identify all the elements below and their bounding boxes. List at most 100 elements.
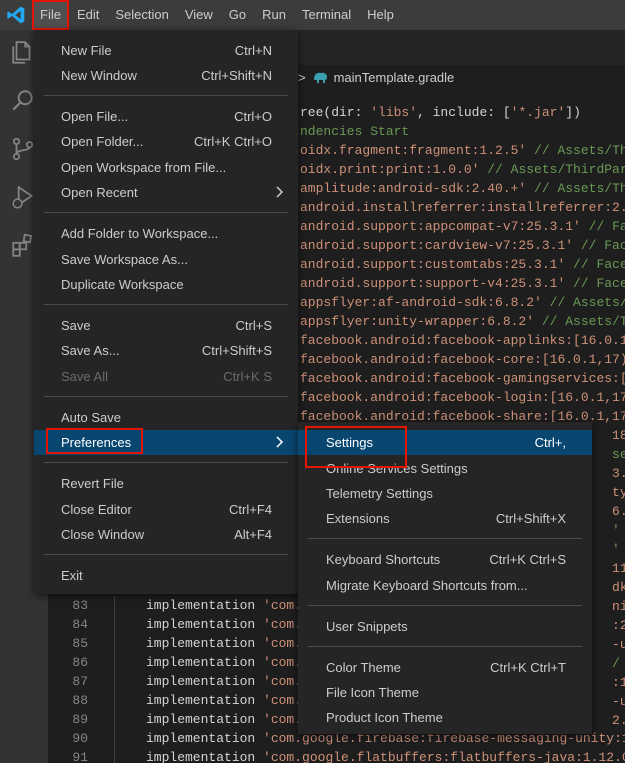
code-token: // Assets/ (541, 295, 625, 310)
code-token: // Faceb (573, 257, 625, 272)
code-token: // Faceb (573, 276, 625, 291)
menu-item-label: Online Services Settings (326, 461, 468, 476)
menu-item-extensions[interactable]: Extensions Ctrl+Shift+X (298, 506, 592, 531)
menu-separator (44, 396, 288, 397)
line-number: 91 (72, 750, 88, 763)
indent-guide (114, 729, 115, 748)
menubar-terminal[interactable]: Terminal (294, 0, 359, 30)
menu-item-label: Save All (61, 369, 108, 384)
code-token: facebook.android:facebook-login:[16.0.1,… (300, 390, 625, 405)
menu-item-online-services-settings[interactable]: Online Services Settings (298, 456, 592, 481)
menubar-go[interactable]: Go (221, 0, 254, 30)
menu-separator (44, 554, 288, 555)
menu-separator (44, 462, 288, 463)
menu-item-close-editor[interactable]: Close Editor Ctrl+F4 (34, 497, 298, 522)
code-keyword: implementation (146, 750, 264, 763)
menu-item-label: Auto Save (61, 410, 121, 425)
menu-item-shortcut: Ctrl+O (234, 109, 272, 124)
menu-item-label: Close Window (61, 527, 145, 542)
menubar-selection[interactable]: Selection (107, 0, 176, 30)
code-string: 'com. (263, 712, 303, 727)
code-keyword: implementation (146, 693, 264, 708)
menu-item-auto-save[interactable]: Auto Save (34, 405, 298, 430)
code-string: 'com. (263, 655, 303, 670)
menu-item-label: New File (61, 43, 112, 58)
menu-item-new-window[interactable]: New Window Ctrl+Shift+N (34, 63, 298, 88)
line-number: 90 (72, 731, 88, 746)
extensions-icon[interactable] (10, 232, 36, 258)
menu-item-open-file[interactable]: Open File... Ctrl+O (34, 104, 298, 129)
code-token: oidx.print:print:1.0.0' (300, 162, 480, 177)
source-control-icon[interactable] (10, 136, 36, 162)
menu-item-open-folder[interactable]: Open Folder... Ctrl+K Ctrl+O (34, 129, 298, 154)
menu-item-color-theme[interactable]: Color Theme Ctrl+K Ctrl+T (298, 655, 592, 680)
menu-item-settings[interactable]: Settings Ctrl+, (298, 430, 592, 455)
menu-item-shortcut: Ctrl+K Ctrl+O (193, 134, 272, 149)
menu-item-preferences[interactable]: Preferences (34, 430, 298, 455)
menubar-help[interactable]: Help (359, 0, 402, 30)
menubar-edit[interactable]: Edit (69, 0, 107, 30)
menu-item-shortcut: Ctrl+K Ctrl+S (489, 552, 566, 567)
code-token: facebook.android:facebook-gamingservices… (300, 371, 625, 386)
menu-item-shortcut: Ctrl+F4 (229, 502, 272, 517)
breadcrumb-file[interactable]: mainTemplate.gradle (334, 70, 455, 85)
chevron-right-icon (276, 436, 284, 448)
menu-item-exit[interactable]: Exit (34, 563, 298, 588)
menu-item-save-workspace-as[interactable]: Save Workspace As... (34, 247, 298, 272)
code-token: android.support:support-v4:25.3.1' (300, 276, 566, 291)
menubar-file[interactable]: File (32, 0, 69, 30)
menubar-view[interactable]: View (177, 0, 221, 30)
menu-item-file-icon-theme[interactable]: File Icon Theme (298, 680, 592, 705)
menu-separator (308, 605, 582, 606)
menu-item-label: Keyboard Shortcuts (326, 552, 441, 567)
menu-item-label: Save As... (61, 343, 120, 358)
vscode-logo-icon (7, 6, 25, 24)
code-token: // Assets/Thi (526, 143, 625, 158)
menu-item-close-window[interactable]: Close Window Alt+F4 (34, 522, 298, 547)
menu-item-new-file[interactable]: New File Ctrl+N (34, 38, 298, 63)
menu-item-add-folder-to-workspace[interactable]: Add Folder to Workspace... (34, 221, 298, 246)
menu-item-label: Save Workspace As... (61, 252, 188, 267)
menu-item-shortcut: Ctrl+S (235, 318, 272, 333)
code-string: 'com. (263, 617, 303, 632)
menu-item-shortcut: Ctrl+Shift+S (201, 343, 272, 358)
code-token: 'libs' (370, 105, 418, 120)
menu-item-label: Product Icon Theme (326, 710, 443, 725)
menu-item-product-icon-theme[interactable]: Product Icon Theme (298, 705, 592, 730)
line-number: 85 (72, 636, 88, 651)
menu-item-label: Extensions (326, 511, 390, 526)
menu-item-label: Open File... (61, 109, 129, 124)
menubar-run[interactable]: Run (254, 0, 294, 30)
indent-guide (114, 653, 115, 672)
menu-separator (44, 304, 288, 305)
menu-item-open-recent[interactable]: Open Recent (34, 180, 298, 205)
run-debug-icon[interactable] (10, 184, 36, 210)
breadcrumb[interactable]: > mainTemplate.gradle (298, 67, 454, 87)
menu-item-label: New Window (61, 68, 137, 83)
menu-separator (44, 95, 288, 96)
line-number: 86 (72, 655, 88, 670)
menu-item-user-snippets[interactable]: User Snippets (298, 614, 592, 639)
menu-item-open-workspace-from-file[interactable]: Open Workspace from File... (34, 155, 298, 180)
code-token: oidx.fragment:fragment:1.2.5' (300, 143, 527, 158)
code-string: 'com. (263, 598, 303, 613)
menu-item-duplicate-workspace[interactable]: Duplicate Workspace (34, 272, 298, 297)
menu-item-label: Exit (61, 568, 83, 583)
code-keyword: implementation (146, 731, 264, 746)
code-token: ndencies Start (300, 124, 410, 139)
chevron-right-icon (276, 186, 284, 198)
menu-item-save[interactable]: Save Ctrl+S (34, 313, 298, 338)
code-token: facebook.android:facebook-core:[16.0.1,1… (300, 352, 625, 367)
menu-item-keyboard-shortcuts[interactable]: Keyboard Shortcuts Ctrl+K Ctrl+S (298, 547, 592, 572)
search-icon[interactable] (10, 88, 36, 114)
menu-item-migrate-keyboard-shortcuts-from[interactable]: Migrate Keyboard Shortcuts from... (298, 573, 592, 598)
menu-item-label: Duplicate Workspace (61, 277, 184, 292)
code-token: appsflyer:unity-wrapper:6.8.2' (300, 314, 535, 329)
menu-item-label: Open Recent (61, 185, 138, 200)
line-number: 84 (72, 617, 88, 632)
menu-item-telemetry-settings[interactable]: Telemetry Settings (298, 481, 592, 506)
menu-item-save-as[interactable]: Save As... Ctrl+Shift+S (34, 338, 298, 363)
menu-item-revert-file[interactable]: Revert File (34, 471, 298, 496)
explorer-icon[interactable] (10, 40, 36, 66)
menu-item-save-all: Save All Ctrl+K S (34, 364, 298, 389)
